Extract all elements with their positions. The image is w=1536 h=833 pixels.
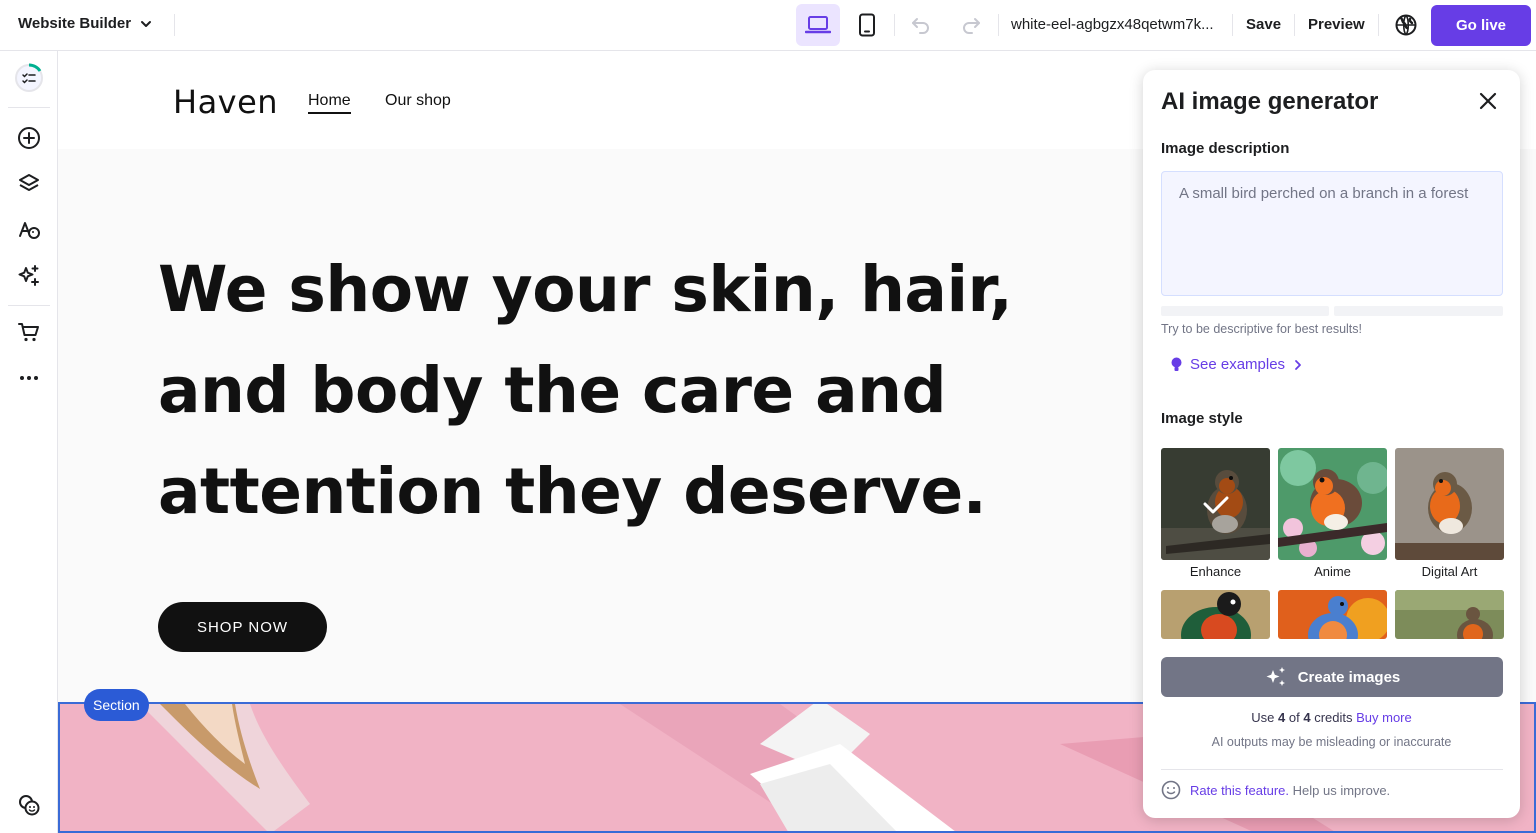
checklist-button[interactable] bbox=[10, 59, 48, 97]
credits-total: 4 bbox=[1303, 710, 1311, 725]
quality-indicator-segment bbox=[1334, 306, 1503, 316]
chevron-right-icon bbox=[1295, 359, 1301, 370]
add-element-button[interactable] bbox=[10, 119, 48, 157]
see-examples-label: See examples bbox=[1190, 356, 1286, 373]
style-option-5[interactable] bbox=[1278, 590, 1387, 639]
ai-tools-button[interactable] bbox=[10, 257, 48, 295]
divider bbox=[1294, 14, 1295, 36]
more-icon bbox=[20, 376, 38, 380]
styles-icon bbox=[19, 222, 40, 239]
panel-title: AI image generator bbox=[1161, 88, 1379, 115]
credits-used: 4 bbox=[1278, 710, 1286, 725]
create-images-label: Create images bbox=[1297, 668, 1401, 686]
divider bbox=[1378, 14, 1379, 36]
layers-button[interactable] bbox=[10, 165, 48, 203]
style-label-anime: Anime bbox=[1314, 564, 1351, 579]
credits-suffix: credits bbox=[1314, 710, 1353, 725]
smiley-icon bbox=[1161, 780, 1181, 800]
top-bar: Website Builder white-eel-agbgzx48qetwm7… bbox=[0, 0, 1536, 51]
rate-feature: Rate this feature. Help us improve. bbox=[1161, 780, 1390, 800]
redo-icon bbox=[963, 18, 980, 34]
site-logo[interactable]: Haven bbox=[173, 83, 278, 121]
undo-button[interactable] bbox=[900, 4, 942, 46]
image-description-input[interactable] bbox=[1161, 171, 1503, 296]
nav-link-home[interactable]: Home bbox=[308, 92, 351, 114]
left-sidebar bbox=[0, 51, 58, 833]
preview-button[interactable]: Preview bbox=[1308, 16, 1365, 33]
credits-prefix: Use bbox=[1251, 710, 1275, 725]
style-label-enhance: Enhance bbox=[1189, 564, 1242, 579]
lightbulb-icon bbox=[1171, 357, 1182, 371]
robin-enhance-image bbox=[1161, 448, 1270, 560]
globe-icon bbox=[1395, 14, 1417, 36]
ai-tools-icon bbox=[18, 265, 39, 286]
ai-disclaimer: AI outputs may be misleading or inaccura… bbox=[1211, 735, 1452, 749]
create-images-button[interactable]: Create images bbox=[1161, 657, 1503, 697]
quality-indicator-segment bbox=[1161, 306, 1329, 316]
rate-feature-link[interactable]: Rate this feature. bbox=[1190, 783, 1289, 798]
laptop-icon bbox=[805, 16, 831, 34]
robin-green-image bbox=[1161, 590, 1270, 639]
store-button[interactable] bbox=[10, 313, 48, 351]
language-button[interactable] bbox=[1388, 7, 1424, 43]
close-panel-button[interactable] bbox=[1475, 88, 1501, 114]
credits-of: of bbox=[1288, 710, 1300, 725]
robin-anime-image bbox=[1278, 448, 1387, 560]
divider bbox=[8, 305, 50, 306]
divider bbox=[894, 14, 895, 36]
save-button[interactable]: Save bbox=[1246, 16, 1281, 33]
app-menu[interactable]: Website Builder bbox=[18, 15, 153, 32]
divider bbox=[1232, 14, 1233, 36]
style-option-enhance[interactable] bbox=[1161, 448, 1270, 560]
checklist-progress-icon bbox=[15, 63, 43, 92]
section-badge[interactable]: Section bbox=[84, 689, 149, 721]
nav-link-our-shop[interactable]: Our shop bbox=[385, 92, 451, 110]
help-button[interactable] bbox=[10, 786, 48, 824]
divider bbox=[998, 14, 999, 36]
hero-heading[interactable]: We show your skin, hair, and body the ca… bbox=[158, 239, 1158, 542]
sparkles-icon bbox=[1266, 667, 1285, 686]
mobile-view-button[interactable] bbox=[846, 4, 888, 46]
style-option-4[interactable] bbox=[1161, 590, 1270, 639]
divider bbox=[174, 14, 175, 36]
divider bbox=[1161, 769, 1503, 770]
style-option-anime[interactable] bbox=[1278, 448, 1387, 560]
image-description-label: Image description bbox=[1161, 140, 1290, 157]
style-option-6[interactable] bbox=[1395, 590, 1504, 639]
close-icon bbox=[1479, 92, 1497, 110]
help-icon bbox=[19, 795, 40, 816]
rate-feature-suffix: Help us improve. bbox=[1292, 782, 1391, 798]
style-label-digital-art: Digital Art bbox=[1421, 564, 1478, 579]
phone-icon bbox=[859, 13, 875, 37]
see-examples-link[interactable]: See examples bbox=[1171, 356, 1303, 373]
store-cart-icon bbox=[18, 323, 39, 342]
shop-now-button[interactable]: SHOP NOW bbox=[158, 602, 327, 652]
buy-more-link[interactable]: Buy more bbox=[1356, 710, 1412, 725]
image-style-label: Image style bbox=[1161, 410, 1243, 427]
description-hint: Try to be descriptive for best results! bbox=[1161, 322, 1363, 336]
style-option-digital-art[interactable] bbox=[1395, 448, 1504, 560]
layers-icon bbox=[19, 174, 39, 191]
robin-blue-image bbox=[1278, 590, 1387, 639]
robin-painted-image bbox=[1395, 590, 1504, 639]
site-domain[interactable]: white-eel-agbgzx48qetwm7k... bbox=[1011, 16, 1223, 33]
more-button[interactable] bbox=[10, 359, 48, 397]
styles-button[interactable] bbox=[10, 211, 48, 249]
add-element-icon bbox=[18, 127, 40, 149]
go-live-button[interactable]: Go live bbox=[1431, 5, 1531, 46]
divider bbox=[8, 107, 50, 108]
desktop-view-button[interactable] bbox=[796, 4, 840, 46]
undo-icon bbox=[912, 18, 929, 34]
redo-button[interactable] bbox=[950, 4, 992, 46]
chevron-down-icon bbox=[141, 20, 152, 27]
app-title: Website Builder bbox=[18, 15, 132, 32]
robin-digital-art-image bbox=[1395, 448, 1504, 560]
credits-info: Use 4 of 4 credits Buy more bbox=[1143, 710, 1520, 725]
ai-image-generator-panel: AI image generator Image description Try… bbox=[1143, 70, 1520, 818]
